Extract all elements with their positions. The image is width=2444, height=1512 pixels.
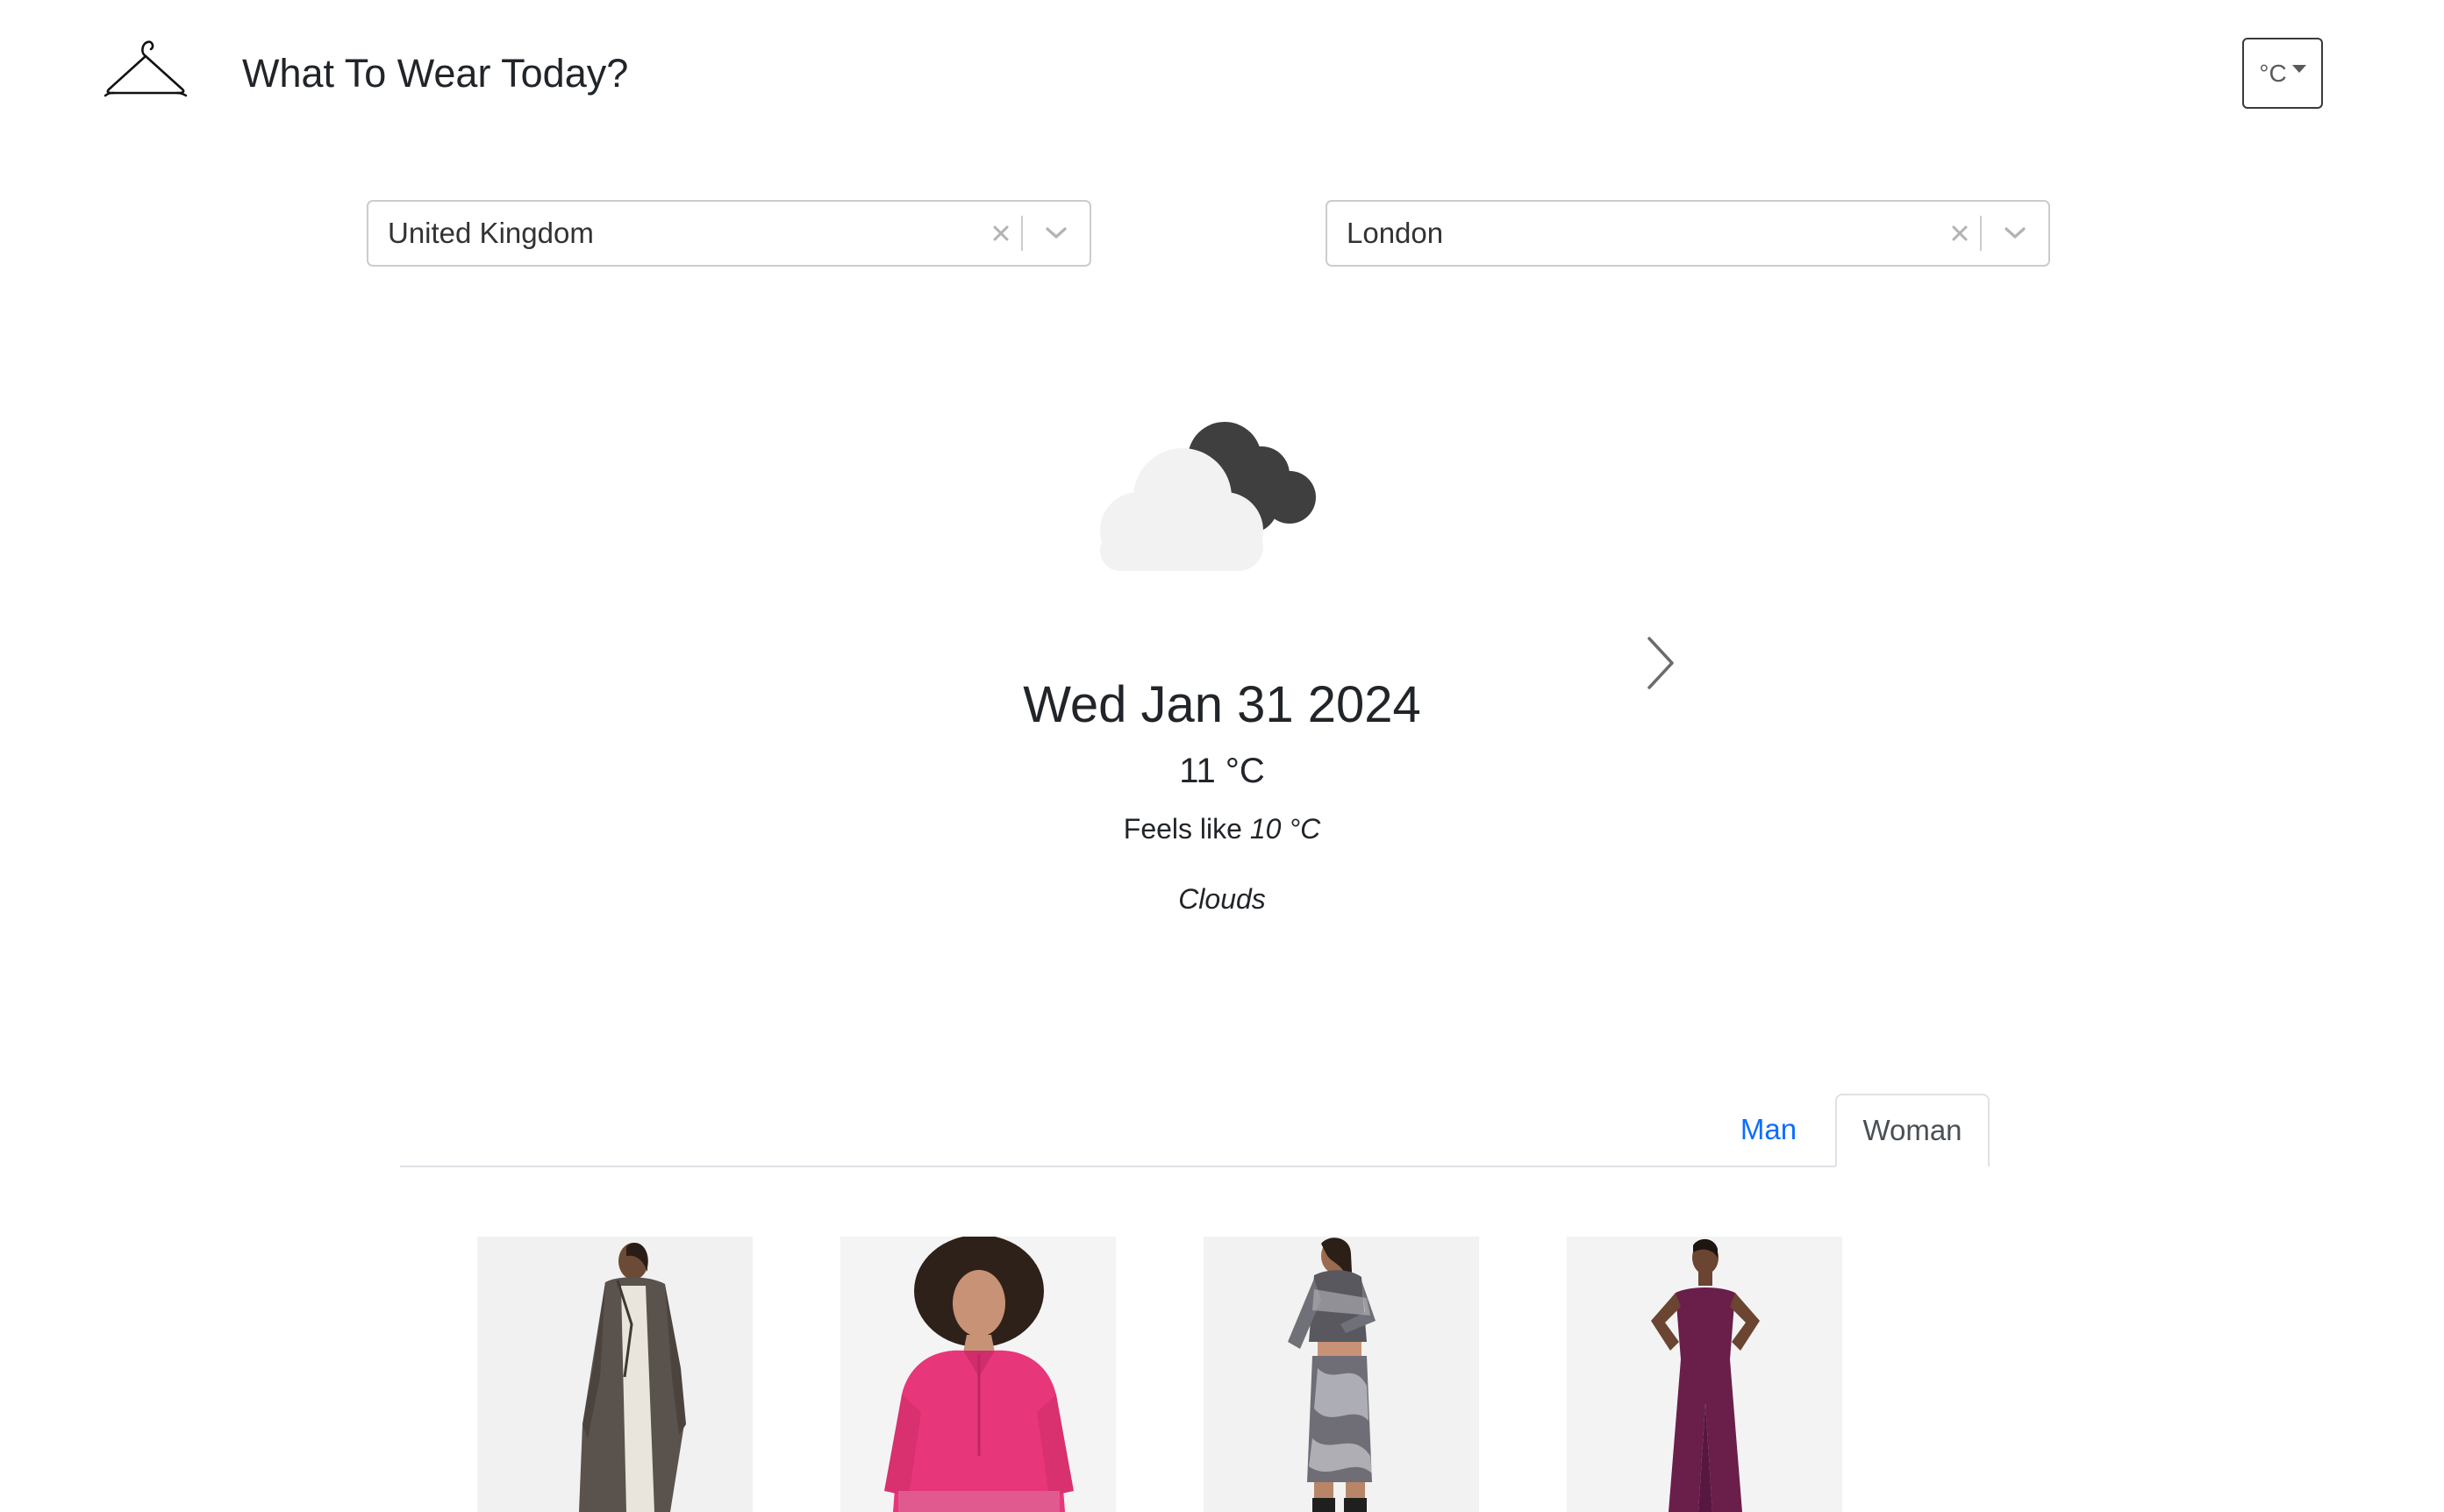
- temperature-value: 11 °C: [1179, 752, 1265, 790]
- tab-man[interactable]: Man: [1729, 1094, 1808, 1166]
- app-page: What To Wear Today? °C United Kingdom Lo…: [0, 0, 2444, 1512]
- temperature-unit-select[interactable]: °C: [2242, 38, 2323, 109]
- feels-like: Feels like 10 °C: [959, 809, 1485, 849]
- country-select[interactable]: United Kingdom: [367, 200, 1091, 267]
- city-select[interactable]: London: [1326, 200, 2050, 267]
- product-image-long-coat[interactable]: [477, 1237, 753, 1512]
- caret-down-icon: [2291, 65, 2306, 73]
- city-select-value: London: [1347, 217, 1444, 249]
- next-day-chevron-right-icon[interactable]: [1640, 635, 1679, 691]
- hanger-icon[interactable]: [102, 32, 189, 98]
- chevron-down-icon[interactable]: [1023, 203, 1090, 264]
- tab-woman[interactable]: Woman: [1835, 1094, 1990, 1167]
- weather-condition: Clouds: [1178, 883, 1266, 915]
- product-image-pink-sweater[interactable]: [840, 1237, 1116, 1512]
- product-image-printed-co-ord[interactable]: [1204, 1237, 1479, 1512]
- forecast-date: Wed Jan 31 2024: [1023, 676, 1421, 733]
- chevron-down-icon[interactable]: [1982, 203, 2048, 264]
- feels-like-value: 10 °C: [1249, 813, 1321, 845]
- app-title: What To Wear Today?: [242, 51, 629, 96]
- clear-icon[interactable]: [1940, 203, 1980, 264]
- gender-tabs: Man Woman: [400, 1094, 1990, 1167]
- product-image-purple-jumpsuit[interactable]: [1567, 1237, 1842, 1512]
- unit-value: °C: [2259, 59, 2287, 87]
- clear-icon[interactable]: [981, 203, 1021, 264]
- cloudy-night-icon: [1076, 399, 1339, 583]
- feels-like-label: Feels like: [1123, 813, 1242, 845]
- country-select-value: United Kingdom: [388, 217, 594, 249]
